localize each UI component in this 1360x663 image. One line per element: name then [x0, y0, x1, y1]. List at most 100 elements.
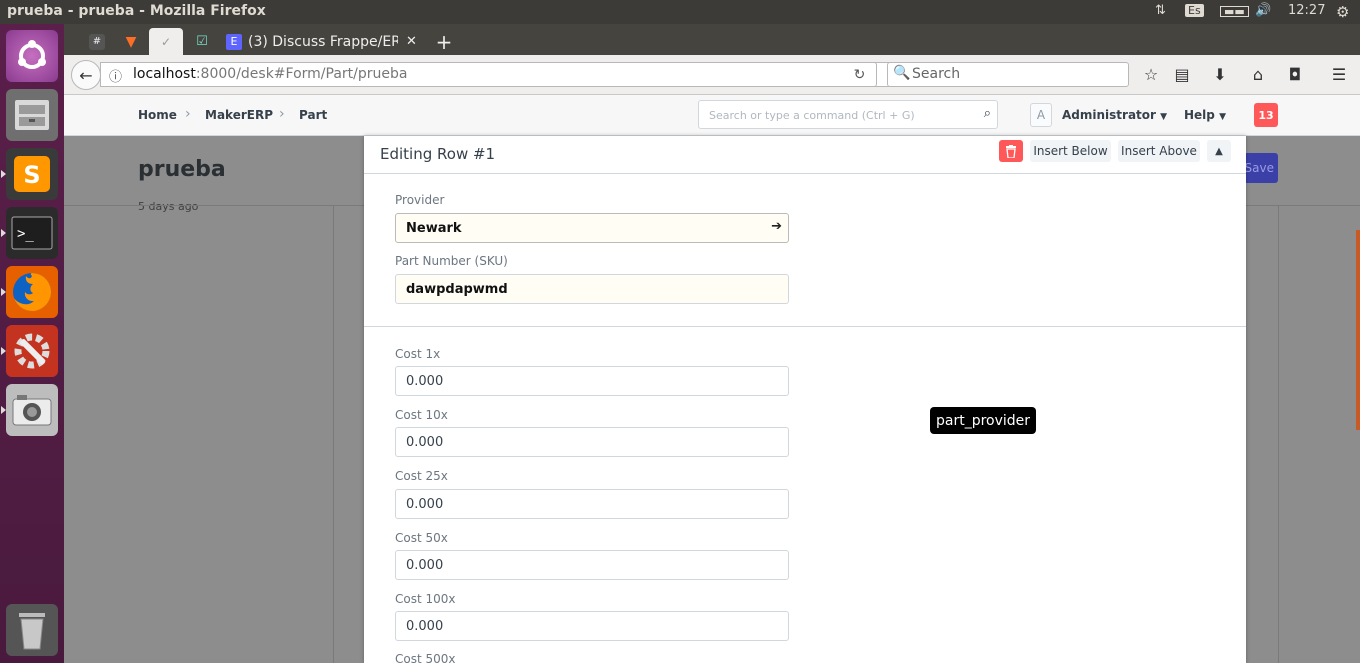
cost-100x-label: Cost 100x [395, 592, 456, 606]
insert-above-button[interactable]: Insert Above [1118, 140, 1200, 162]
field-tooltip: part_provider [930, 407, 1037, 434]
screenshot-camera-icon[interactable] [1, 384, 58, 436]
cost-500x-label: Cost 500x [395, 652, 456, 663]
terminal-icon[interactable]: >_ [1, 207, 58, 259]
modified-timestamp: 5 days ago [138, 200, 199, 213]
browser-navigation-bar: ← ⓘ localhost:8000/desk#Form/Part/prueba… [64, 55, 1360, 95]
notification-badge[interactable]: 13 [1254, 103, 1278, 127]
breadcrumb-makererp[interactable]: MakerERP [205, 108, 273, 122]
cost-100x-field[interactable]: 0.000 [395, 611, 789, 641]
modal-title: Editing Row #1 [380, 145, 496, 163]
web-page: Home › MakerERP › Part Search or type a … [64, 95, 1360, 663]
cost-1x-field[interactable]: 0.000 [395, 366, 789, 396]
cost-10x-label: Cost 10x [395, 408, 448, 422]
caret-down-icon: ▼ [1160, 112, 1168, 122]
browser-tab-active[interactable]: ✓ [149, 28, 183, 55]
user-menu[interactable]: Administrator ▼ [1062, 108, 1167, 122]
close-tab-icon[interactable]: ✕ [406, 34, 417, 49]
bookmark-star-icon[interactable]: ☆ [1140, 64, 1162, 86]
editing-row-modal: Editing Row #1 Insert Below Insert Above… [364, 136, 1246, 663]
breadcrumb-home[interactable]: Home [138, 108, 177, 122]
cost-50x-value: 0.000 [406, 557, 444, 573]
files-icon[interactable] [6, 89, 58, 141]
cost-10x-field[interactable]: 0.000 [395, 427, 789, 457]
user-label: Administrator [1062, 108, 1156, 122]
window-title: prueba - prueba - Mozilla Firefox [7, 3, 266, 19]
new-tab-icon[interactable]: + [432, 28, 456, 55]
search-icon: 🔍 [893, 65, 911, 81]
collapse-row-button[interactable]: ▲ [1207, 140, 1231, 162]
page-title: prueba [138, 157, 226, 182]
caret-down-icon: ▼ [1219, 112, 1226, 122]
browser-tab[interactable]: # [84, 28, 110, 55]
url-bar[interactable]: ⓘ localhost:8000/desk#Form/Part/prueba [100, 62, 943, 87]
volume-icon[interactable]: 🔊 [1255, 3, 1271, 18]
part-number-label: Part Number (SKU) [395, 254, 508, 268]
battery-icon[interactable]: ▬▬ [1220, 6, 1249, 17]
checklist-icon: ☑ [196, 34, 208, 49]
search-input[interactable]: 🔍 Search [887, 62, 1129, 87]
hamburger-menu-icon[interactable]: ☰ [1328, 64, 1350, 86]
system-settings-icon[interactable] [1, 325, 58, 377]
reading-list-icon[interactable]: ▤ [1171, 64, 1193, 86]
insert-below-button[interactable]: Insert Below [1030, 140, 1111, 162]
trash-icon[interactable] [6, 604, 58, 656]
discuss-e-icon: E [226, 33, 242, 50]
gitlab-icon: ▼ [125, 33, 137, 50]
provider-field[interactable]: Newark ➔ [395, 213, 789, 243]
back-button[interactable]: ← [71, 60, 101, 90]
tab-label: (3) Discuss Frappe/ERP [248, 33, 398, 50]
frappe-icon: ✓ [160, 34, 172, 49]
cost-25x-value: 0.000 [406, 496, 444, 512]
browser-tab[interactable]: ▼ [117, 28, 145, 55]
svg-text:>_: >_ [17, 226, 34, 242]
cost-10x-value: 0.000 [406, 434, 444, 450]
browser-tab-bar: # ▼ ✓ ☑ E (3) Discuss Frappe/ERP ✕ + [64, 24, 1360, 55]
home-icon[interactable]: ⌂ [1247, 64, 1269, 86]
provider-label: Provider [395, 193, 445, 207]
network-icon[interactable]: ⇅ [1155, 3, 1166, 18]
cost-1x-label: Cost 1x [395, 347, 441, 361]
reload-icon: ↻ [853, 66, 866, 83]
link-arrow-icon[interactable]: ➔ [771, 219, 782, 234]
clock[interactable]: 12:27 [1288, 3, 1325, 18]
site-info-icon[interactable]: ⓘ [109, 66, 122, 85]
power-gear-icon[interactable]: ⚙ [1336, 3, 1349, 21]
insert-below-label: Insert Below [1033, 144, 1108, 158]
caret-up-icon: ▲ [1215, 145, 1223, 157]
awesomebar-input[interactable]: Search or type a command (Ctrl + G) ⌕ [698, 100, 998, 129]
avatar[interactable]: A [1030, 103, 1052, 127]
reload-button[interactable]: ↻ [843, 62, 877, 87]
modal-header: Editing Row #1 Insert Below Insert Above… [364, 136, 1246, 174]
ubuntu-dash-icon[interactable] [6, 30, 58, 82]
delete-row-button[interactable] [999, 140, 1023, 162]
sublime-text-icon[interactable]: S [1, 148, 58, 200]
firefox-icon[interactable] [1, 266, 58, 318]
modal-body-top-section: Provider Newark ➔ Part Number (SKU) dawp… [364, 175, 1246, 327]
url-host: localhost [133, 66, 196, 82]
svg-text:S: S [23, 161, 40, 189]
browser-tab[interactable]: ☑ [188, 28, 216, 55]
breadcrumb-chevron-icon: › [279, 106, 285, 122]
pocket-icon[interactable]: ◘ [1284, 64, 1306, 86]
part-number-field[interactable]: dawpdapwmd [395, 274, 789, 304]
cost-section: Cost 1x 0.000 Cost 10x 0.000 Cost 25x 0.… [364, 327, 1246, 663]
cost-50x-field[interactable]: 0.000 [395, 550, 789, 580]
form-right-divider [1278, 205, 1279, 663]
url-text: localhost:8000/desk#Form/Part/prueba [133, 66, 407, 82]
search-placeholder: Search [912, 66, 961, 82]
browser-tab[interactable]: E (3) Discuss Frappe/ERP ✕ [222, 28, 418, 55]
breadcrumb-part[interactable]: Part [299, 108, 327, 122]
downloads-icon[interactable]: ⬇ [1209, 64, 1231, 86]
cost-25x-label: Cost 25x [395, 469, 448, 483]
help-menu[interactable]: Help ▼ [1184, 108, 1226, 122]
keyboard-layout-indicator[interactable]: Es [1185, 4, 1204, 17]
part-number-value: dawpdapwmd [406, 281, 508, 297]
page-scrollbar-thumb[interactable] [1356, 230, 1360, 430]
cost-25x-field[interactable]: 0.000 [395, 489, 789, 519]
url-path: :8000/desk#Form/Part/prueba [195, 66, 408, 82]
cost-1x-value: 0.000 [406, 373, 444, 389]
awesomebar-placeholder: Search or type a command (Ctrl + G) [709, 109, 915, 122]
os-top-bar: prueba - prueba - Mozilla Firefox ⇅ Es ▬… [0, 0, 1360, 24]
back-arrow-icon: ← [79, 65, 93, 85]
